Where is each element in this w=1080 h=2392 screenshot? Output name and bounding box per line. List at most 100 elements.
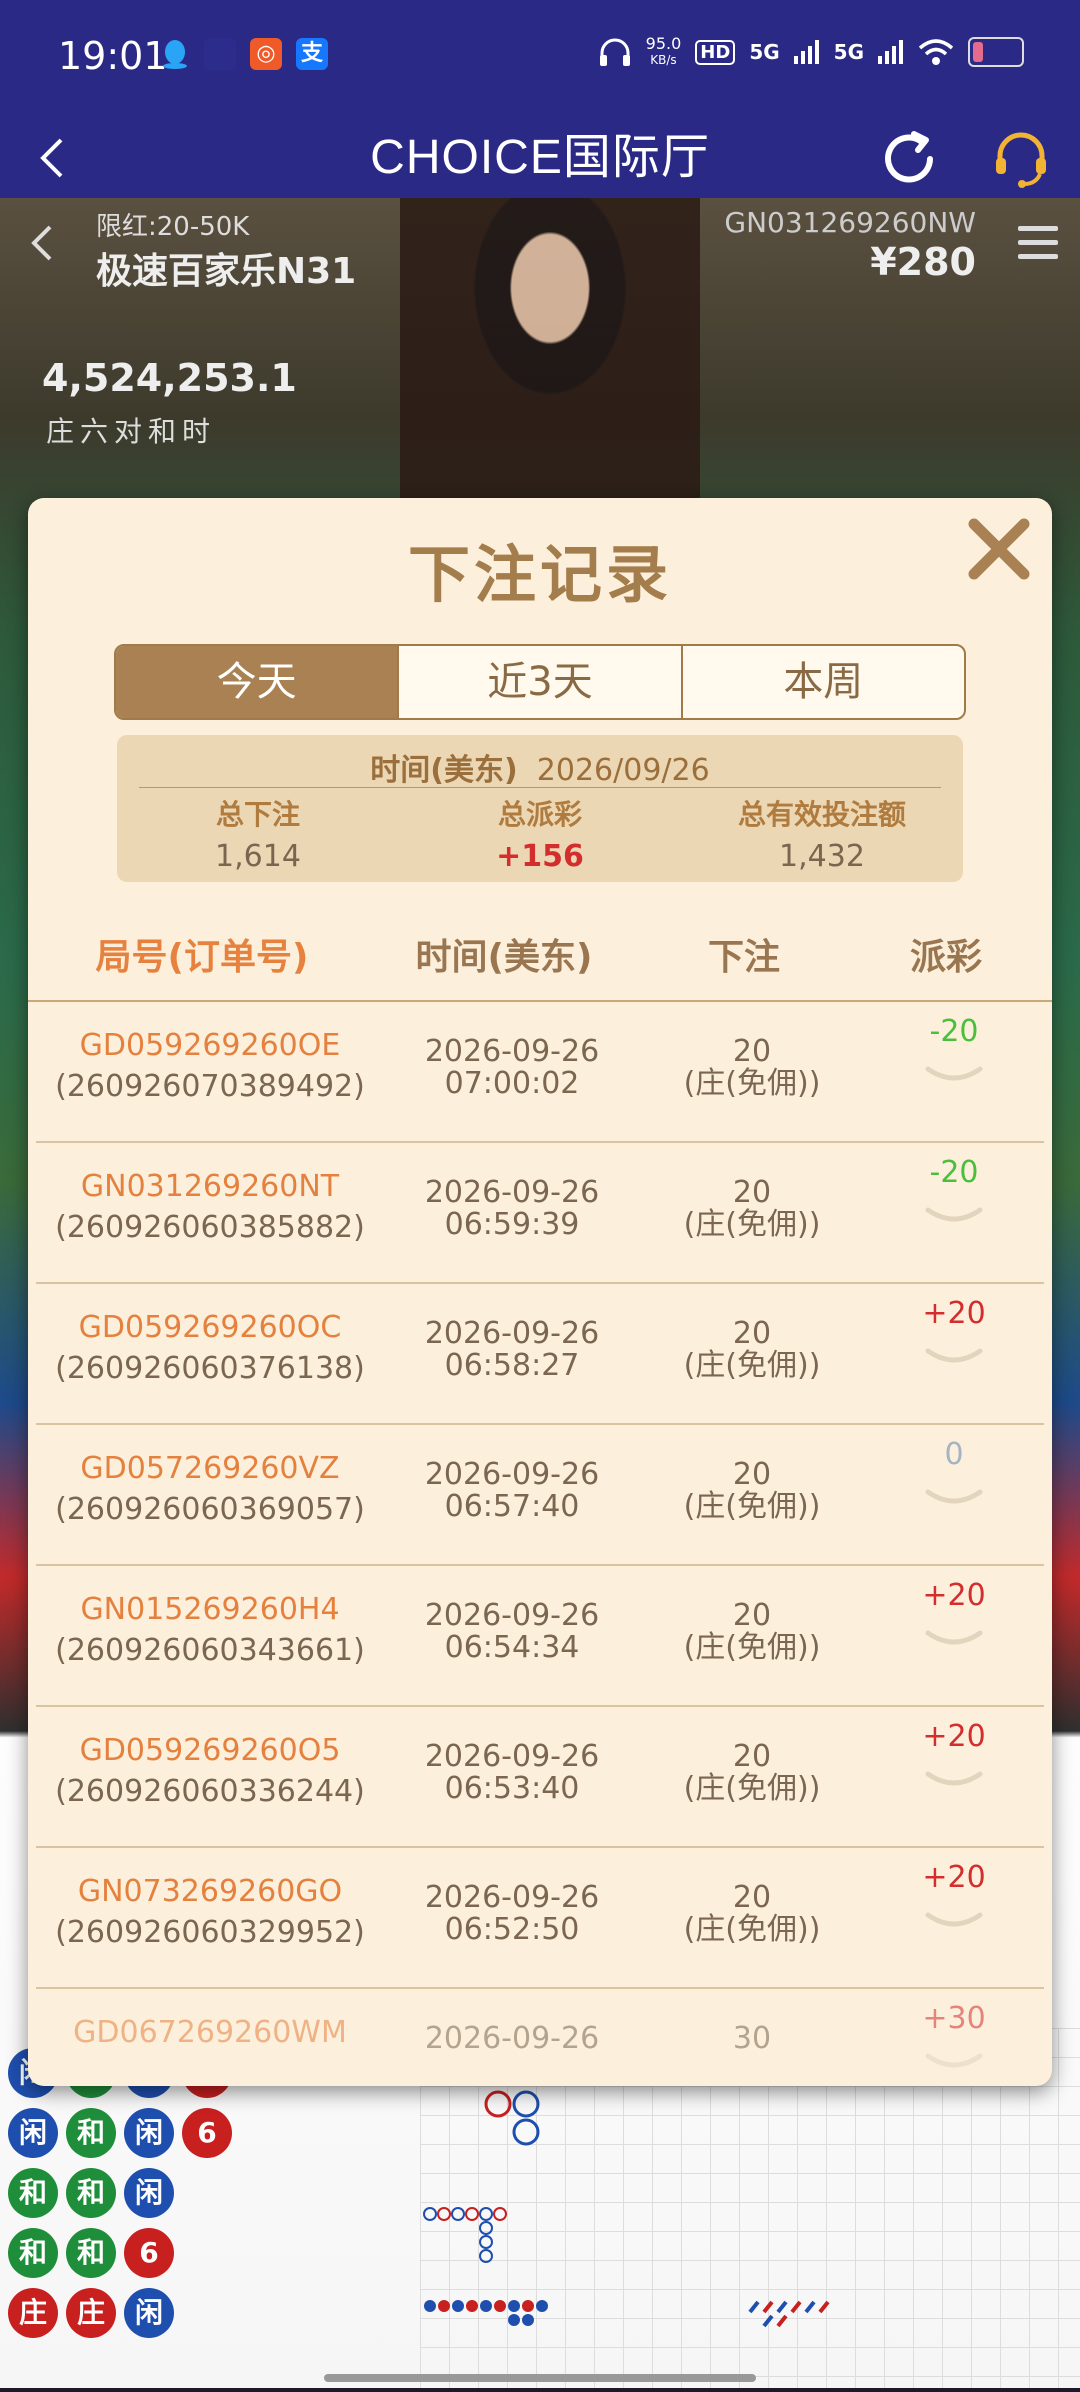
chevron-down-icon[interactable] bbox=[924, 1204, 984, 1228]
bet-date: 2026-09-26 bbox=[424, 1034, 600, 1069]
bet-time: 06:59:39 bbox=[444, 1207, 580, 1242]
chevron-down-icon[interactable] bbox=[924, 1345, 984, 1369]
bet-amount: 20 bbox=[732, 1739, 772, 1774]
payout-cell: 0 bbox=[864, 1437, 1044, 1510]
home-indicator[interactable] bbox=[324, 2374, 756, 2382]
chevron-down-icon[interactable] bbox=[924, 1627, 984, 1651]
headphones-icon bbox=[599, 38, 630, 66]
bet-record-row[interactable]: GD059269260OC (260926060376138) 2026-09-26… bbox=[36, 1284, 1044, 1425]
round-id-cell: GN073269260GO (260926060329952) bbox=[36, 1874, 384, 1950]
bet-record-row[interactable]: GD059269260OE (260926070389492) 2026-09-26… bbox=[36, 1002, 1044, 1143]
chevron-down-icon[interactable] bbox=[924, 1768, 984, 1792]
refresh-icon bbox=[885, 131, 933, 183]
payout-cell: +20 bbox=[864, 1719, 1044, 1792]
bet-limit: 限红:20-50K bbox=[96, 212, 250, 242]
order-number: (260926060329952) bbox=[55, 1915, 365, 1950]
total-bet-value: 1,614 bbox=[215, 839, 301, 874]
chevron-down-icon[interactable] bbox=[924, 2050, 984, 2074]
round-id-cell: GD057269260VZ (260926060369057) bbox=[36, 1451, 384, 1527]
bead-road-cell: 和 bbox=[66, 2168, 116, 2218]
app-header: CHOICE国际厅 bbox=[0, 118, 1080, 198]
summary-divider bbox=[139, 787, 941, 788]
bet-record-row[interactable]: GN015269260H4 (260926060343661) 2026-09-26… bbox=[36, 1566, 1044, 1707]
order-number: (260926070389492) bbox=[55, 1069, 365, 1104]
bet-time-cell: 2026-09-26 06:59:39 bbox=[384, 1177, 640, 1241]
payout-value: +20 bbox=[922, 1296, 986, 1331]
bet-record-row[interactable]: GD067269260WM 2026-09-26 30 +30 bbox=[36, 1989, 1044, 2086]
payout-value: +20 bbox=[922, 1578, 986, 1613]
status-bar: 19:01 ◎ 支 95.0 KB/s HD 5G 5G bbox=[0, 0, 1080, 118]
signal-5g-icon: 5G bbox=[749, 40, 780, 64]
bet-date: 2026-09-26 bbox=[424, 2021, 600, 2056]
bet-time-cell: 2026-09-26 06:58:27 bbox=[384, 1318, 640, 1382]
bet-record-row[interactable]: GN031269260NT (260926060385882) 2026-09-26… bbox=[36, 1143, 1044, 1284]
signal-bars-icon bbox=[793, 40, 819, 64]
bet-amount: 20 bbox=[732, 1880, 772, 1915]
bet-time-cell: 2026-09-26 07:00:02 bbox=[384, 1036, 640, 1100]
chevron-left-icon bbox=[31, 225, 52, 261]
bet-record-list: GD059269260OE (260926070389492) 2026-09-26… bbox=[28, 1002, 1052, 2086]
payout-cell: +20 bbox=[864, 1296, 1044, 1369]
refresh-button[interactable] bbox=[878, 128, 940, 190]
battery-icon bbox=[968, 37, 1024, 67]
bet-cell: 20 (庄(免佣)) bbox=[640, 1741, 864, 1805]
bead-road-cell: 和 bbox=[8, 2168, 58, 2218]
bead-road-cell: 闲 bbox=[124, 2168, 174, 2218]
column-header-time: 时间(美东) bbox=[415, 937, 593, 978]
close-button[interactable] bbox=[964, 514, 1034, 584]
table-header: 局号(订单号) 时间(美东) 下注 派彩 bbox=[28, 922, 1052, 1002]
bet-amount: 20 bbox=[732, 1034, 772, 1069]
payout-cell: +20 bbox=[864, 1860, 1044, 1933]
payout-cell: +20 bbox=[864, 1578, 1044, 1651]
chevron-down-icon[interactable] bbox=[924, 1063, 984, 1087]
network-speed-unit: KB/s bbox=[650, 53, 677, 67]
bet-time: 06:52:50 bbox=[444, 1912, 580, 1947]
app-notification-icon bbox=[204, 38, 236, 70]
bet-time: 06:53:40 bbox=[444, 1771, 580, 1806]
payout-value: +20 bbox=[922, 1719, 986, 1754]
bet-cell: 20 (庄(免佣)) bbox=[640, 1882, 864, 1946]
round-code: GD059269260O5 bbox=[79, 1733, 341, 1768]
payout-value: -20 bbox=[929, 1014, 979, 1049]
round-code: GN031269260NT bbox=[80, 1169, 340, 1204]
column-header-id: 局号(订单号) bbox=[28, 922, 376, 994]
payout-value: -20 bbox=[929, 1155, 979, 1190]
bet-cell: 20 (庄(免佣)) bbox=[640, 1177, 864, 1241]
bet-date: 2026-09-26 bbox=[424, 1598, 600, 1633]
notification-icons: ◎ 支 bbox=[160, 38, 328, 70]
round-id-cell: GD067269260WM bbox=[36, 2015, 384, 2056]
tab-last-3-days[interactable]: 近3天 bbox=[399, 646, 683, 718]
chevron-down-icon[interactable] bbox=[924, 1909, 984, 1933]
bet-time-cell: 2026-09-26 06:57:40 bbox=[384, 1459, 640, 1523]
app-notification-icon: ◎ bbox=[250, 38, 282, 70]
tab-today[interactable]: 今天 bbox=[116, 646, 400, 718]
system-status-icons: 95.0 KB/s HD 5G 5G bbox=[598, 36, 1024, 68]
bead-road-cell: 闲 bbox=[124, 2108, 174, 2158]
balance: ¥280 bbox=[870, 240, 976, 284]
total-valid-bet-value: 1,432 bbox=[779, 839, 865, 874]
bead-road-cell: 闲 bbox=[8, 2108, 58, 2158]
headset-icon bbox=[996, 132, 1046, 188]
alipay-icon: 支 bbox=[296, 38, 328, 70]
payout-value: 0 bbox=[944, 1437, 964, 1472]
bet-type: (庄(免佣)) bbox=[683, 1066, 821, 1101]
customer-service-button[interactable] bbox=[990, 128, 1052, 190]
column-header-payout: 派彩 bbox=[909, 937, 982, 978]
bet-time: 06:58:27 bbox=[444, 1348, 580, 1383]
round-code: GD059269260OC bbox=[78, 1310, 342, 1345]
bead-road-cell: 6 bbox=[182, 2108, 232, 2158]
bead-road-cell: 庄 bbox=[8, 2288, 58, 2338]
bead-road-cell: 和 bbox=[8, 2228, 58, 2278]
bet-record-row[interactable]: GN073269260GO (260926060329952) 2026-09-26… bbox=[36, 1848, 1044, 1989]
menu-button[interactable] bbox=[1018, 226, 1058, 260]
bet-record-row[interactable]: GD059269260O5 (260926060336244) 2026-09-26… bbox=[36, 1707, 1044, 1848]
chevron-down-icon[interactable] bbox=[924, 1486, 984, 1510]
tab-this-week[interactable]: 本周 bbox=[683, 646, 964, 718]
order-number: (260926060343661) bbox=[55, 1633, 365, 1668]
game-back-button[interactable] bbox=[30, 220, 54, 274]
bet-date: 2026-09-26 bbox=[424, 1175, 600, 1210]
round-code: GN015269260H4 bbox=[80, 1592, 340, 1627]
bet-record-row[interactable]: GD057269260VZ (260926060369057) 2026-09-26… bbox=[36, 1425, 1044, 1566]
bet-cell: 30 bbox=[640, 2023, 864, 2055]
round-code: GD067269260WM bbox=[73, 2015, 347, 2050]
